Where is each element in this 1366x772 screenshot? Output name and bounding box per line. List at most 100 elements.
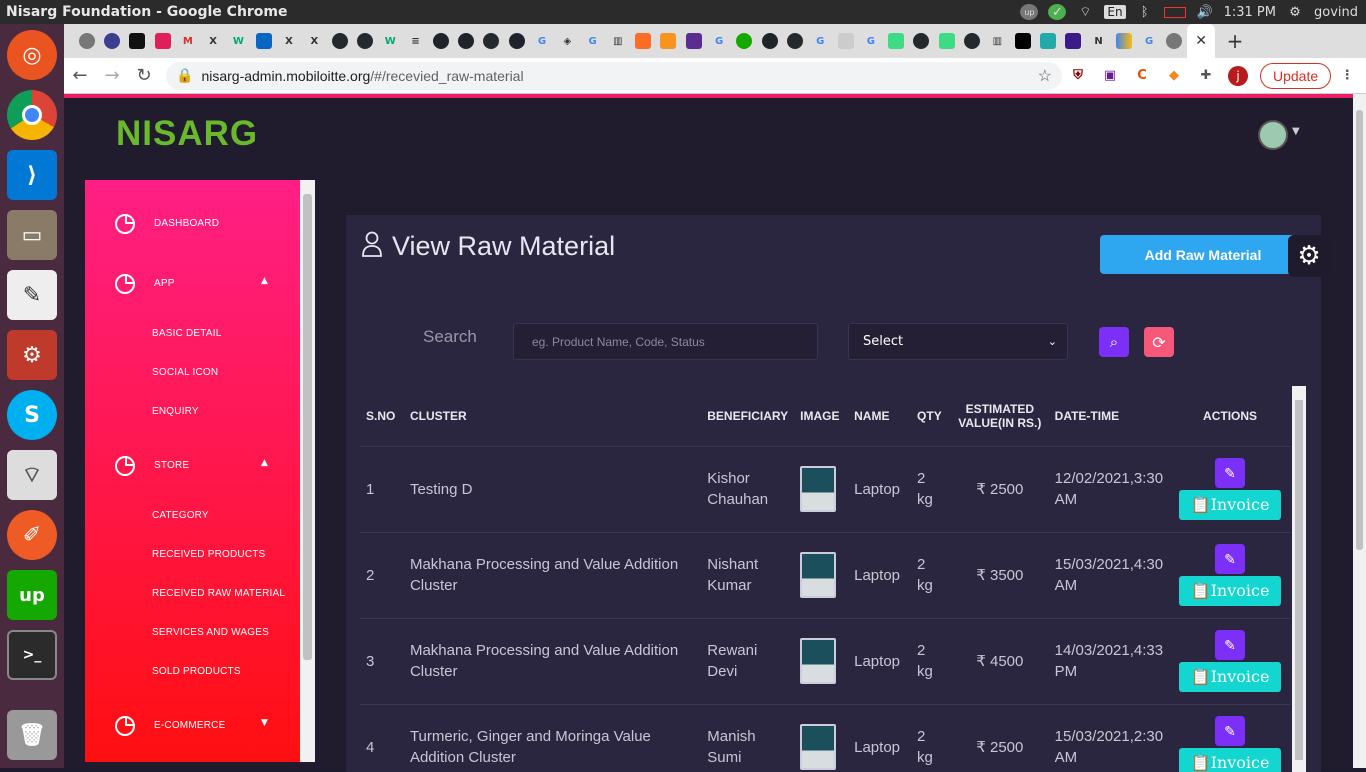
- trash-icon[interactable]: 🗑: [7, 710, 57, 760]
- sidebar-item-store[interactable]: STORE: [154, 460, 189, 471]
- table-scrollbar[interactable]: [1292, 386, 1306, 772]
- tab-favicon-google5[interactable]: G: [858, 24, 883, 58]
- tab-favicon-upwork[interactable]: [732, 24, 757, 58]
- tab-favicon-excel[interactable]: X: [200, 24, 225, 58]
- forward-arrow-icon[interactable]: →: [96, 65, 128, 86]
- tab-favicon-dark[interactable]: [125, 24, 150, 58]
- sidebar-item-received-products[interactable]: RECEIVED PRODUCTS: [152, 549, 265, 560]
- tab-favicon-x1[interactable]: X: [276, 24, 301, 58]
- nisarg-logo[interactable]: NISARG: [116, 114, 258, 154]
- sidebar-item-services-and-wages[interactable]: SERVICES AND WAGES: [152, 627, 269, 638]
- metamask-icon[interactable]: ◆: [1158, 62, 1190, 90]
- tab-favicon-mobiloitte[interactable]: [99, 24, 124, 58]
- search-input[interactable]: [513, 323, 818, 360]
- invoice-button[interactable]: 📋Invoice: [1179, 748, 1282, 772]
- extensions-puzzle-icon[interactable]: ✚: [1190, 62, 1222, 90]
- network-icon[interactable]: ⌔: [7, 450, 57, 500]
- tab-favicon-book2[interactable]: ▥: [985, 24, 1010, 58]
- table-scroll-thumb[interactable]: [1295, 400, 1303, 760]
- ecommerce-caret-down-icon[interactable]: ▼: [261, 718, 268, 728]
- update-button[interactable]: Update: [1260, 62, 1332, 89]
- tab-favicon-list[interactable]: [681, 24, 706, 58]
- terminal-icon[interactable]: >_: [7, 630, 57, 680]
- tab-favicon-globe2[interactable]: [1162, 24, 1187, 58]
- tab-favicon-slack[interactable]: [150, 24, 175, 58]
- bluetooth-icon[interactable]: ᛒ: [1136, 4, 1154, 20]
- tab-favicon-menu[interactable]: ≡: [403, 24, 428, 58]
- tab-favicon-google2[interactable]: G: [580, 24, 605, 58]
- wifi-icon[interactable]: ⌔: [1076, 4, 1094, 20]
- edit-button[interactable]: ✎: [1215, 716, 1246, 747]
- bookmark-star-icon[interactable]: ☆: [1038, 66, 1052, 86]
- sidebar-item-social-icon[interactable]: SOCIAL ICON: [152, 367, 218, 378]
- page-scroll-thumb[interactable]: [1356, 110, 1363, 550]
- tab-favicon-globe[interactable]: [74, 24, 99, 58]
- keyboard-layout[interactable]: En: [1104, 5, 1126, 19]
- tab-favicon-github2[interactable]: [352, 24, 377, 58]
- tab-favicon-purple[interactable]: [1061, 24, 1086, 58]
- sidebar-item-received-raw-material[interactable]: RECEIVED RAW MATERIAL: [152, 588, 285, 599]
- tab-favicon-gitlab[interactable]: [631, 24, 656, 58]
- battery-icon[interactable]: [1163, 6, 1186, 18]
- tab-favicon-react3[interactable]: [504, 24, 529, 58]
- volume-icon[interactable]: 🔊: [1196, 4, 1214, 20]
- chrome-menu-icon[interactable]: ⋮: [1331, 62, 1363, 90]
- new-tab-plus-icon[interactable]: +: [1215, 24, 1255, 58]
- tab-favicon-google3[interactable]: G: [706, 24, 731, 58]
- username[interactable]: govind: [1314, 5, 1358, 20]
- tab-favicon-react1[interactable]: [428, 24, 453, 58]
- vscode-icon[interactable]: ⟩: [7, 150, 57, 200]
- store-caret-up-icon[interactable]: ▲: [261, 458, 268, 468]
- search-button[interactable]: ⌕: [1099, 327, 1129, 357]
- laptop-thumbnail[interactable]: [800, 552, 837, 598]
- edit-button[interactable]: ✎: [1215, 630, 1246, 660]
- edit-button[interactable]: ✎: [1215, 458, 1246, 488]
- app-caret-up-icon[interactable]: ▲: [261, 276, 268, 286]
- laptop-thumbnail[interactable]: [800, 466, 837, 512]
- tab-favicon-w3b[interactable]: W: [378, 24, 403, 58]
- settings-gear-icon[interactable]: ⚙: [1288, 235, 1330, 277]
- user-avatar[interactable]: [1258, 120, 1288, 150]
- lock-icon[interactable]: 🔒: [176, 67, 193, 84]
- ubuntu-icon[interactable]: ◎: [7, 30, 57, 80]
- tab-favicon-google6[interactable]: G: [1136, 24, 1161, 58]
- invoice-button[interactable]: 📋Invoice: [1179, 576, 1282, 606]
- tab-favicon-github4[interactable]: [782, 24, 807, 58]
- invoice-button[interactable]: 📋Invoice: [1179, 662, 1282, 692]
- avatar-chevron-down-icon[interactable]: ▼: [1292, 126, 1300, 137]
- skype-icon[interactable]: S: [7, 390, 57, 440]
- upwork-tray-icon[interactable]: up: [1020, 4, 1039, 20]
- extension-purple-icon[interactable]: ▣: [1094, 62, 1126, 90]
- tab-favicon-bird[interactable]: [251, 24, 276, 58]
- tab-favicon-react4[interactable]: [757, 24, 782, 58]
- reload-icon[interactable]: ↻: [128, 65, 160, 86]
- tab-favicon-book[interactable]: ▥: [605, 24, 630, 58]
- tab-active-close-icon[interactable]: ✕: [1187, 24, 1216, 58]
- text-editor-icon[interactable]: ✎: [7, 270, 57, 320]
- tab-favicon-google4[interactable]: G: [808, 24, 833, 58]
- tab-favicon-diamond[interactable]: ◈: [555, 24, 580, 58]
- back-arrow-icon[interactable]: ←: [64, 65, 96, 86]
- tab-favicon-github6[interactable]: [959, 24, 984, 58]
- sidebar-scrollbar[interactable]: [300, 180, 315, 762]
- tab-favicon-android2[interactable]: [934, 24, 959, 58]
- reset-button[interactable]: ⟳: [1144, 327, 1174, 357]
- clock[interactable]: 1:31 PM: [1224, 5, 1276, 20]
- tab-favicon-google1[interactable]: G: [529, 24, 554, 58]
- tab-favicon-x2[interactable]: X: [302, 24, 327, 58]
- sidebar-scroll-thumb[interactable]: [303, 194, 312, 660]
- tab-favicon-w3[interactable]: W: [226, 24, 251, 58]
- sidebar-item-basic-detail[interactable]: BASIC DETAIL: [152, 328, 221, 339]
- tab-favicon-blank[interactable]: [833, 24, 858, 58]
- extension-c-icon[interactable]: C: [1126, 62, 1158, 90]
- tab-favicon-android1[interactable]: [884, 24, 909, 58]
- add-raw-material-button[interactable]: Add Raw Material: [1100, 235, 1306, 274]
- system-tools-icon[interactable]: ⚙: [7, 330, 57, 380]
- tab-favicon-medium[interactable]: [1010, 24, 1035, 58]
- sidebar-item-dashboard[interactable]: DASHBOARD: [154, 218, 219, 229]
- page-scrollbar[interactable]: [1353, 94, 1366, 768]
- edit-button[interactable]: ✎: [1215, 544, 1246, 574]
- filter-select[interactable]: Select ⌄: [848, 323, 1068, 360]
- tab-favicon-react2[interactable]: [453, 24, 478, 58]
- laptop-thumbnail[interactable]: [800, 638, 837, 684]
